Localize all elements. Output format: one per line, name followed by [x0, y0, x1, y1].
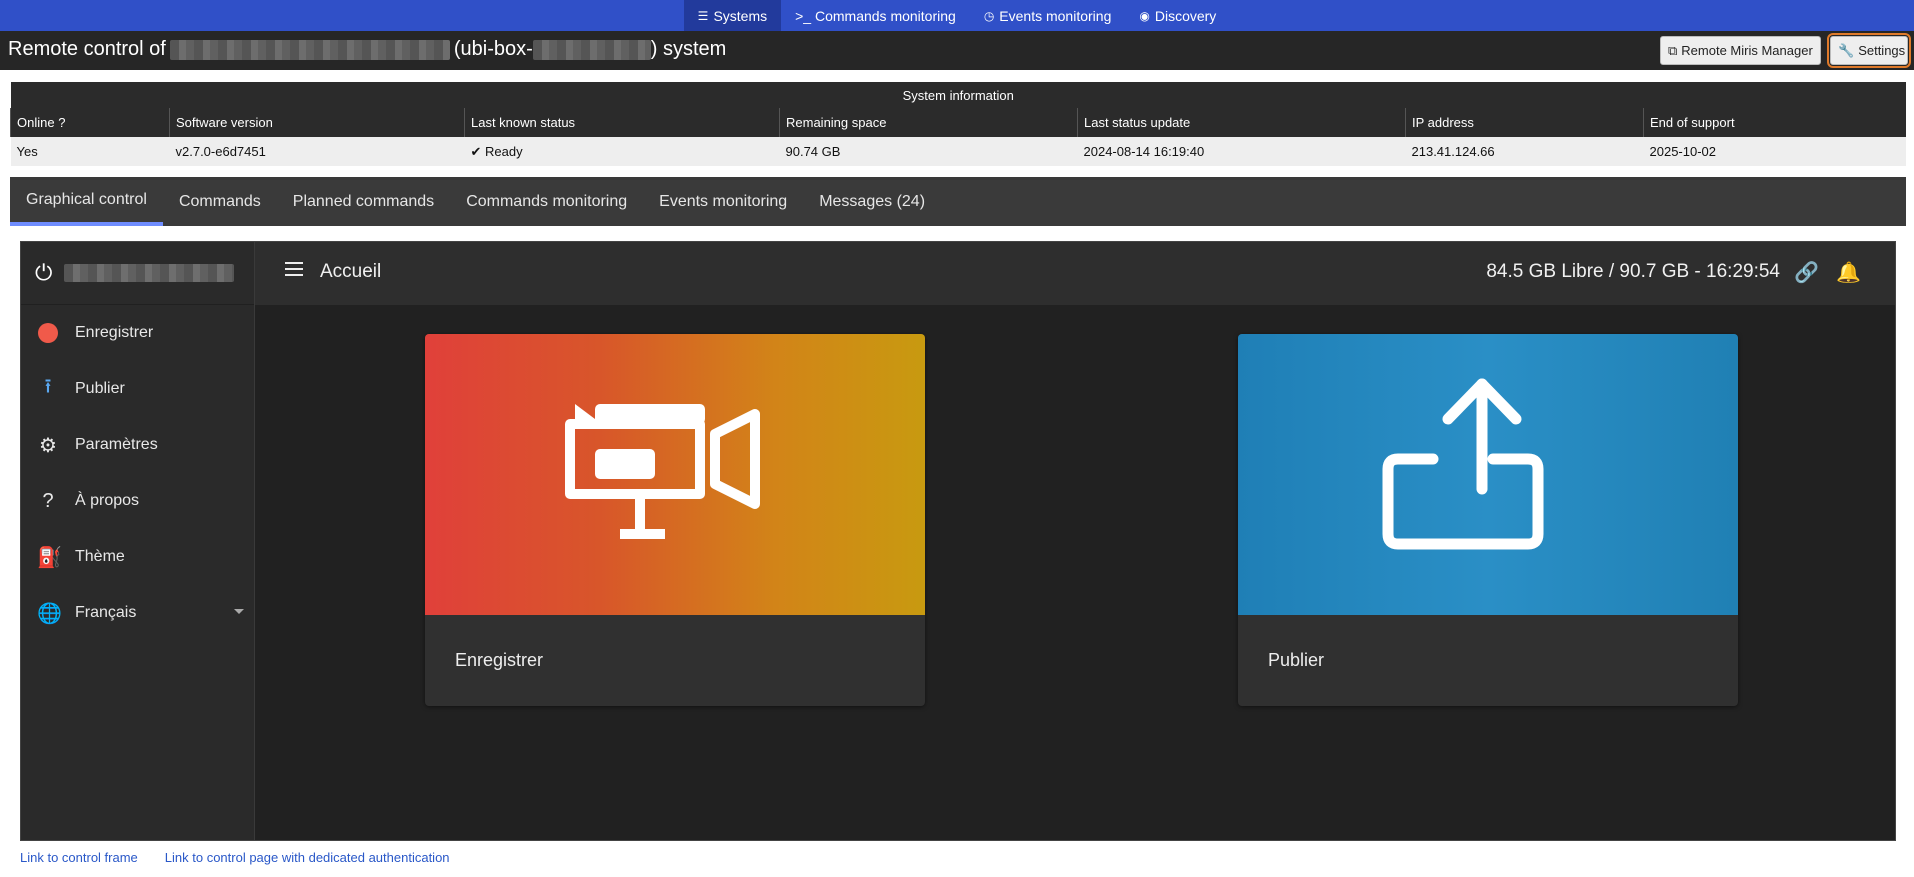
column-header: Remaining space	[779, 108, 1078, 137]
nav-tab-label: >_ Commands monitoring	[795, 7, 956, 24]
app-bar: Accueil 84.5 GB Libre / 90.7 GB - 16:29:…	[255, 242, 1895, 305]
menu-icon[interactable]	[285, 262, 303, 276]
nav-tab-label: Events monitoring	[999, 7, 1112, 24]
card-image-upload	[1238, 334, 1738, 615]
app-title: Accueil	[320, 261, 382, 282]
page-title: Remote control of (ubi-box- ) system	[8, 38, 726, 61]
sidebar-item-a-propos[interactable]: ? À propos	[21, 473, 254, 529]
button-label: Settings	[1858, 43, 1906, 58]
sidebar-item-label: À propos	[75, 492, 140, 509]
remote-miris-manager-button[interactable]: ⧉ Remote Miris Manager	[1660, 36, 1821, 65]
title-suffix: ) system	[650, 38, 727, 60]
external-link-icon: ⧉	[1668, 42, 1678, 58]
nav-tab-events-monitoring[interactable]: ◷ Events monitoring	[970, 0, 1126, 31]
sidebar-item-label: Thème	[75, 548, 125, 565]
server-icon: ☰	[697, 8, 709, 23]
redacted-box-id	[532, 39, 651, 60]
storage-status: 84.5 GB Libre / 90.7 GB - 16:29:54	[1486, 261, 1780, 282]
sidebar-item-theme[interactable]: ⛽ Thème	[21, 529, 254, 585]
ip-address-link[interactable]: 213.41.124.66	[1405, 137, 1644, 166]
tab-graphical-control[interactable]: Graphical control	[10, 177, 163, 226]
column-header: Software version	[169, 108, 465, 137]
globe-icon: 🌐	[37, 602, 62, 625]
tab-commands-monitoring[interactable]: Commands monitoring	[450, 177, 643, 226]
title-mid: (ubi-box-	[453, 38, 533, 60]
gear-icon: ⚙	[39, 434, 57, 457]
card-publier[interactable]: Publier	[1238, 334, 1738, 706]
nav-tab-commands-monitoring[interactable]: >_ Commands monitoring	[781, 0, 970, 31]
power-logo-icon: ⏻	[35, 260, 53, 285]
column-header: Last status update	[1077, 108, 1406, 137]
sidebar-item-enregistrer[interactable]: Enregistrer	[21, 305, 254, 361]
redacted-system-name	[169, 39, 450, 60]
tab-events-monitoring[interactable]: Events monitoring	[643, 177, 803, 226]
share-upload-icon	[1382, 378, 1544, 550]
sidebar-item-langue[interactable]: 🌐 Français	[21, 585, 254, 641]
table-header-row: Online ? Software version Last known sta…	[10, 108, 1906, 137]
video-camera-icon	[565, 404, 760, 539]
sidebar-item-parametres[interactable]: ⚙ Paramètres	[21, 417, 254, 473]
bell-icon[interactable]: 🔔	[1836, 260, 1861, 285]
paint-bucket-icon: ⛽	[37, 546, 62, 569]
top-navigation: ☰ Systems >_ Commands monitoring ◷ Event…	[0, 0, 1914, 31]
check-circle-icon: ✔	[470, 143, 486, 159]
table-caption: System information	[10, 82, 1906, 108]
tab-messages[interactable]: Messages (24)	[803, 177, 941, 226]
redacted-device-name	[64, 264, 235, 282]
last-update-value: 2024-08-14 16:19:40	[1077, 137, 1406, 166]
sidebar-item-label: Enregistrer	[75, 324, 154, 341]
link-control-frame[interactable]: Link to control frame	[20, 850, 138, 865]
system-title-bar: Remote control of (ubi-box- ) system ⧉ R…	[0, 31, 1914, 70]
control-frame: ⏻ Enregistrer ⭱ Publier ⚙ Paramètres ? À…	[20, 241, 1896, 841]
card-enregistrer[interactable]: Enregistrer	[425, 334, 925, 706]
nav-tab-label: Discovery	[1154, 7, 1217, 24]
radar-icon: ◉	[1139, 8, 1150, 23]
end-of-support-link[interactable]: 2025-10-02	[1643, 137, 1906, 166]
help-icon: ?	[42, 489, 54, 512]
record-dot-icon	[38, 323, 58, 343]
link-icon[interactable]: 🔗	[1794, 260, 1819, 285]
sidebar-item-label: Publier	[75, 380, 125, 397]
settings-button[interactable]: 🔧 Settings	[1827, 33, 1911, 68]
column-header: End of support	[1643, 108, 1906, 137]
table-row: Yes v2.7.0-e6d7451 ✔ Ready 90.74 GB 2024…	[10, 137, 1906, 166]
control-tabs: Graphical control Commands Planned comma…	[10, 177, 1906, 226]
chevron-down-icon	[234, 609, 244, 614]
sidebar-item-label: Français	[75, 604, 137, 621]
clock-icon: ◷	[983, 8, 995, 23]
app-brand: ⏻	[21, 242, 254, 305]
tab-commands[interactable]: Commands	[163, 177, 277, 226]
nav-tab-systems[interactable]: ☰ Systems	[683, 0, 782, 31]
remaining-space-value: 90.74 GB	[779, 137, 1078, 166]
app-content: Enregistrer Publier	[255, 305, 1895, 840]
upload-icon: ⭱	[44, 376, 52, 398]
link-control-page-auth[interactable]: Link to control page with dedicated auth…	[165, 850, 450, 865]
title-prefix: Remote control of	[8, 38, 166, 60]
app-sidebar: ⏻ Enregistrer ⭱ Publier ⚙ Paramètres ? À…	[21, 242, 255, 840]
column-header: Last known status	[464, 108, 780, 137]
software-version-link[interactable]: v2.7.0-e6d7451	[169, 137, 465, 166]
nav-tab-discovery[interactable]: ◉ Discovery	[1125, 0, 1230, 31]
card-label: Publier	[1268, 650, 1325, 670]
wrench-icon: 🔧	[1838, 42, 1855, 58]
card-label: Enregistrer	[455, 650, 544, 670]
column-header: Online ?	[10, 108, 170, 137]
sidebar-item-publier[interactable]: ⭱ Publier	[21, 361, 254, 417]
system-information-table: System information Online ? Software ver…	[10, 82, 1906, 166]
tab-planned-commands[interactable]: Planned commands	[277, 177, 450, 226]
footer-links: Link to control frame Link to control pa…	[20, 850, 450, 865]
button-label: Remote Miris Manager	[1681, 43, 1813, 58]
column-header: IP address	[1405, 108, 1644, 137]
nav-tab-label: Systems	[713, 7, 768, 24]
online-value: Yes	[10, 137, 170, 166]
last-status-cell: ✔ Ready	[464, 137, 780, 166]
sidebar-item-label: Paramètres	[75, 436, 158, 453]
status-value: Ready	[485, 143, 523, 159]
card-image-recording	[425, 334, 925, 615]
